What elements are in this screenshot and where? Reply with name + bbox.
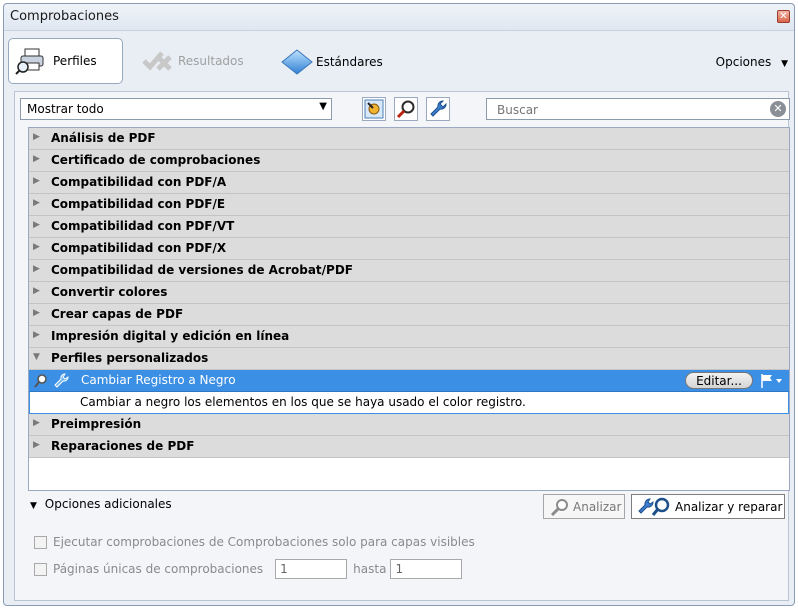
category-label: Perfiles personalizados xyxy=(51,351,209,365)
category-label: Certificado de comprobaciones xyxy=(51,153,261,167)
expand-triangle-icon[interactable]: ▶ xyxy=(33,286,40,296)
search-input[interactable] xyxy=(495,101,759,119)
chevron-down-icon: ▼ xyxy=(30,501,37,511)
fixups-filter-button[interactable] xyxy=(426,97,450,121)
category-row[interactable]: ▶ Análisis de PDF xyxy=(29,128,789,150)
category-label: Compatibilidad con PDF/VT xyxy=(51,219,235,233)
profile-name: Cambiar Registro a Negro xyxy=(81,373,236,387)
magnifier-icon xyxy=(34,374,47,388)
page-range-option[interactable]: Páginas únicas de comprobaciones 1 hasta… xyxy=(34,559,463,579)
tab-estandares[interactable]: Estándares xyxy=(280,48,383,76)
expand-triangle-icon[interactable]: ▶ xyxy=(33,264,40,274)
expand-triangle-icon[interactable]: ▶ xyxy=(33,440,40,450)
category-label: Compatibilidad con PDF/A xyxy=(51,175,227,189)
category-row[interactable]: ▶ Compatibilidad con PDF/A xyxy=(29,172,789,194)
filter-select[interactable]: Mostrar todo ▼ xyxy=(20,98,332,120)
visible-layers-checkbox[interactable] xyxy=(34,535,47,549)
category-row[interactable]: ▶ Preimpresión xyxy=(29,414,789,436)
checkmark-cross-icon xyxy=(142,51,172,71)
analyze-and-fix-button[interactable]: Analizar y reparar xyxy=(631,494,785,519)
options-menu[interactable]: Opciones ▼ xyxy=(716,55,788,69)
wrench-icon xyxy=(430,100,447,117)
page-range-checkbox[interactable] xyxy=(34,562,47,576)
expand-triangle-icon[interactable]: ▶ xyxy=(33,418,40,428)
chevron-down-icon: ▼ xyxy=(319,101,327,112)
category-label: Compatibilidad de versiones de Acrobat/P… xyxy=(51,263,353,277)
expand-triangle-icon[interactable]: ▶ xyxy=(33,154,40,164)
close-icon[interactable]: ✕ xyxy=(777,10,790,23)
category-label: Análisis de PDF xyxy=(51,131,156,145)
clear-icon[interactable]: ✕ xyxy=(770,101,786,117)
category-row[interactable]: ▶ Certificado de comprobaciones xyxy=(29,150,789,172)
expand-triangle-icon[interactable]: ▶ xyxy=(33,330,40,340)
category-label: Crear capas de PDF xyxy=(51,307,184,321)
category-label: Impresión digital y edición en línea xyxy=(51,329,290,343)
category-row-expanded[interactable]: ▼ Perfiles personalizados xyxy=(29,348,789,370)
expand-triangle-icon[interactable]: ▶ xyxy=(33,220,40,230)
profile-description-row: Cambiar a negro los elementos en los que… xyxy=(29,392,789,414)
magnifier-icon xyxy=(396,100,415,119)
collapse-triangle-icon[interactable]: ▼ xyxy=(33,352,40,362)
title-bar: Comprobaciones ✕ xyxy=(4,4,794,31)
category-row[interactable]: ▶ Crear capas de PDF xyxy=(29,304,789,326)
to-label: hasta xyxy=(353,562,387,576)
additional-options-label: Opciones adicionales xyxy=(44,497,172,511)
tab-perfiles-content[interactable]: Perfiles xyxy=(15,47,97,75)
magnifier-icon xyxy=(550,498,568,516)
category-row[interactable]: ▶ Compatibilidad con PDF/X xyxy=(29,238,789,260)
expand-triangle-icon[interactable]: ▶ xyxy=(33,308,40,318)
tab-perfiles-label: Perfiles xyxy=(53,54,97,68)
options-label: Opciones xyxy=(715,55,772,69)
category-row[interactable]: ▶ Compatibilidad con PDF/E xyxy=(29,194,789,216)
edit-button[interactable]: Editar... xyxy=(685,372,753,389)
checks-filter-button[interactable] xyxy=(394,97,418,121)
page-range-label: Páginas únicas de comprobaciones xyxy=(53,562,264,576)
additional-options-toggle[interactable]: ▼ Opciones adicionales xyxy=(30,497,172,511)
category-row[interactable]: ▶ Impresión digital y edición en línea xyxy=(29,326,789,348)
profile-list[interactable]: ▶ Análisis de PDF ▶ Certificado de comprob… xyxy=(28,127,790,491)
page-from-field[interactable]: 1 xyxy=(275,559,348,579)
expand-triangle-icon[interactable]: ▶ xyxy=(33,176,40,186)
profile-description: Cambiar a negro los elementos en los que… xyxy=(80,395,526,409)
window-title: Comprobaciones xyxy=(10,9,119,24)
wrench-icon xyxy=(54,373,69,388)
flag-icon[interactable] xyxy=(759,373,783,389)
category-label: Compatibilidad con PDF/E xyxy=(51,197,226,211)
selected-profile-row[interactable]: Cambiar Registro a Negro Editar... xyxy=(29,370,789,392)
printer-magnifier-icon xyxy=(15,48,44,75)
filter-value: Mostrar todo xyxy=(27,102,104,116)
tab-resultados[interactable]: Resultados xyxy=(142,49,244,73)
expand-triangle-icon[interactable]: ▶ xyxy=(33,198,40,208)
expand-triangle-icon[interactable]: ▶ xyxy=(33,242,40,252)
visible-layers-option[interactable]: Ejecutar comprobaciones de Comprobacione… xyxy=(34,535,475,549)
wrench-magnifier-icon xyxy=(638,497,670,516)
category-label: Preimpresión xyxy=(51,417,142,431)
tab-resultados-label: Resultados xyxy=(178,54,244,68)
category-row[interactable]: ▶ Compatibilidad con PDF/VT xyxy=(29,216,789,238)
category-row[interactable]: ▶ Convertir colores xyxy=(29,282,789,304)
profiles-filter-button[interactable] xyxy=(362,97,386,121)
search-field[interactable]: ✕ xyxy=(486,98,790,120)
category-label: Reparaciones de PDF xyxy=(51,439,195,453)
visible-layers-label: Ejecutar comprobaciones de Comprobacione… xyxy=(53,535,475,549)
page-to-field[interactable]: 1 xyxy=(390,559,463,579)
analyze-label: Analizar xyxy=(573,499,622,514)
analyze-button[interactable]: Analizar xyxy=(543,494,625,519)
category-row[interactable]: ▶ Reparaciones de PDF xyxy=(29,436,789,458)
chevron-down-icon: ▼ xyxy=(781,59,788,69)
category-row[interactable]: ▶ Compatibilidad de versiones de Acrobat/… xyxy=(29,260,789,282)
profiles-filter-icon xyxy=(364,99,384,119)
expand-triangle-icon[interactable]: ▶ xyxy=(33,132,40,142)
analyze-fix-label: Analizar y reparar xyxy=(675,499,783,514)
tab-estandares-label: Estándares xyxy=(316,55,383,69)
diamond-icon xyxy=(281,49,313,75)
category-label: Convertir colores xyxy=(51,285,168,299)
category-label: Compatibilidad con PDF/X xyxy=(51,241,227,255)
